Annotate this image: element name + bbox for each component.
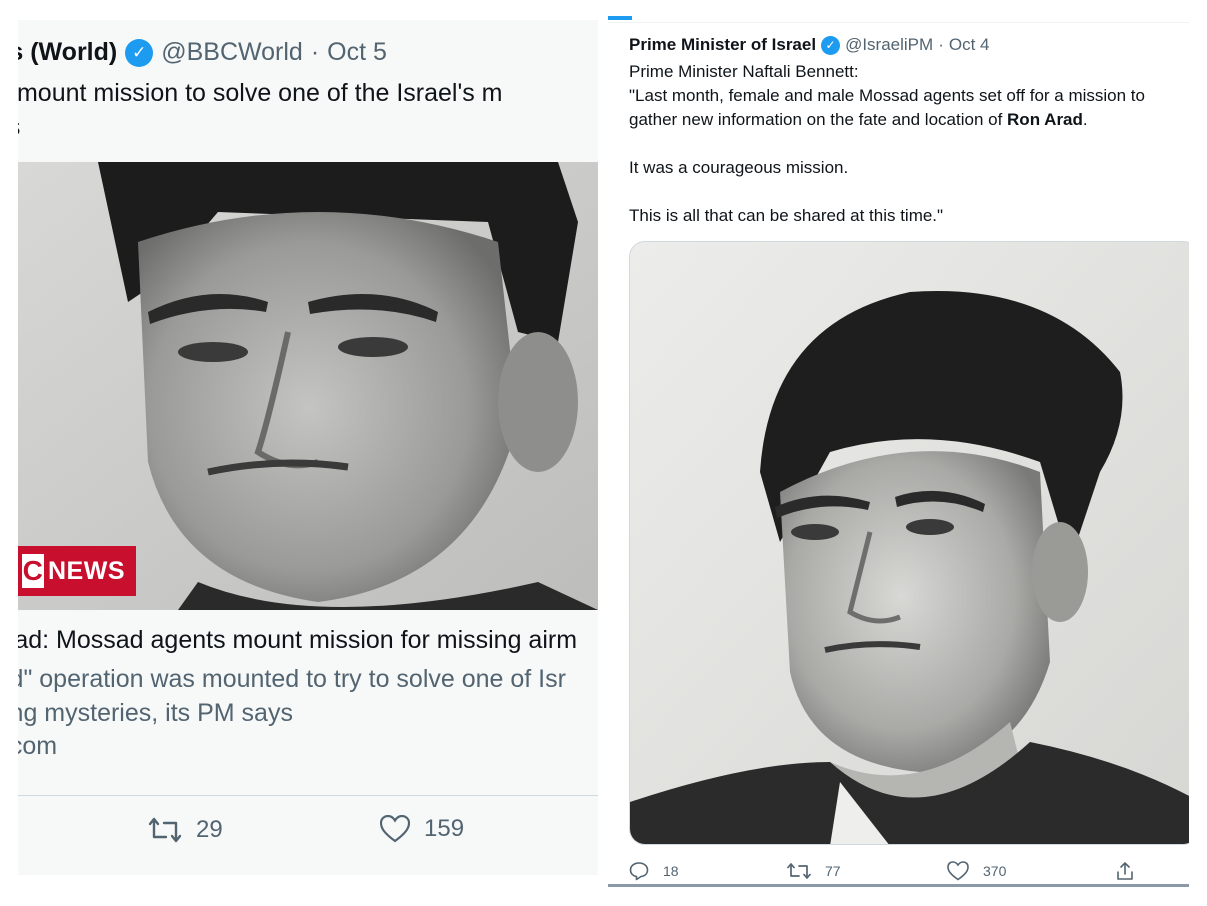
retweet-button[interactable]: 29 [148,815,223,845]
tweet-text: Prime Minister Naftali Bennett: "Last mo… [629,60,1189,228]
bbc-tweet[interactable]: ews (World) ✓ @BBCWorld · Oct 5 agents m… [18,20,598,875]
reply-button[interactable]: 18 [629,861,679,881]
tweet-text-line-1: agents mount mission to solve one of the… [18,79,503,107]
tweet-photo[interactable] [629,241,1189,845]
top-border [608,22,1189,23]
tweet-actions: 29 159 [18,815,598,855]
author-handle[interactable]: @BBCWorld [161,38,303,67]
heart-icon [380,815,410,843]
top-accent-bar [608,16,632,20]
retweet-count: 29 [196,816,223,843]
heart-icon [947,861,969,881]
like-button[interactable]: 370 [947,861,1006,881]
like-count: 159 [424,815,465,842]
israeli-pm-tweet[interactable]: Prime Minister of Israel ✓ @IsraeliPM · … [608,16,1189,888]
author-handle[interactable]: @IsraeliPM [845,35,933,55]
tweet-header: Prime Minister of Israel ✓ @IsraeliPM · … [629,35,989,55]
tweet-text-line-2: es [18,110,20,144]
reply-count: 18 [663,863,679,879]
tweet-header: ews (World) ✓ @BBCWorld · Oct 5 [18,38,387,67]
separator: · [938,35,944,54]
tweet-date[interactable]: Oct 4 [949,35,990,55]
link-card-description-line-2: ing mysteries, its PM says [18,699,293,727]
tweet-text-bold-name: Ron Arad [1007,110,1083,129]
like-button[interactable]: 159 [380,815,464,843]
link-card-description-line-1: ld" operation was mounted to try to solv… [18,665,566,693]
link-card-description: ld" operation was mounted to try to solv… [18,662,598,730]
separator: · [310,38,320,66]
retweet-count: 77 [825,863,841,879]
bottom-border [608,884,1189,887]
retweet-button[interactable]: 77 [787,861,841,881]
bbc-news-logo: C NEWS [18,546,136,596]
link-card-title: rad: Mossad agents mount mission for mis… [18,626,578,654]
share-icon [1117,862,1133,880]
verified-badge-icon: ✓ [125,38,154,67]
link-card-domain: :.com [18,732,58,760]
panel-divider [598,0,608,906]
link-card-image[interactable]: C NEWS [18,162,598,610]
link-card-body[interactable]: rad: Mossad agents mount mission for mis… [18,612,598,796]
retweet-icon [148,817,182,843]
author-name[interactable]: Prime Minister of Israel [629,35,816,55]
retweet-icon [787,863,811,879]
portrait-photo [18,162,598,610]
bbc-logo-letter: C [22,554,44,588]
portrait-photo [630,242,1189,844]
verified-badge-icon: ✓ [821,35,841,55]
author-name[interactable]: ews (World) [18,38,117,67]
share-button[interactable] [1115,861,1135,881]
tweet-date[interactable]: Oct 5 [327,38,387,67]
reply-icon [629,862,649,881]
bbc-logo-text: NEWS [48,556,125,585]
tweet-actions: 18 77 370 [629,861,1189,885]
like-count: 370 [983,863,1007,879]
